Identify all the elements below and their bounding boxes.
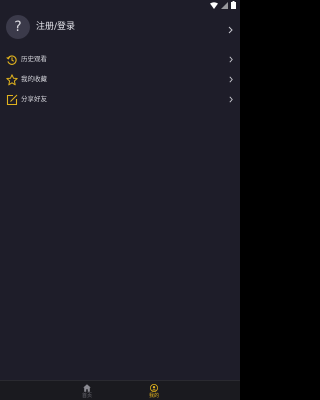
share-icon (6, 94, 18, 106)
chevron-right-icon (229, 76, 233, 83)
bottom-tab-bar: 首页 我的 (0, 380, 240, 400)
question-mark-icon: ? (14, 19, 22, 35)
tab-home-label: 首页 (81, 393, 92, 399)
history-icon (6, 54, 18, 66)
menu-item-history[interactable]: 历史观看 (0, 51, 240, 69)
chevron-right-icon (228, 26, 233, 34)
login-row[interactable]: ? 注册/登录 (0, 12, 240, 48)
wifi-icon (210, 1, 218, 9)
tab-mine[interactable]: 我的 (139, 384, 169, 400)
avatar[interactable]: ? (6, 15, 30, 39)
menu-item-label: 分享好友 (21, 95, 47, 103)
chevron-right-icon (229, 96, 233, 103)
tab-home[interactable]: 首页 (72, 384, 102, 400)
signal-icon (221, 1, 228, 9)
menu-item-favorites[interactable]: 我的收藏 (0, 71, 240, 89)
tab-mine-label: 我的 (148, 393, 159, 399)
user-icon (150, 384, 158, 392)
menu-item-label: 历史观看 (21, 55, 47, 63)
home-icon (83, 384, 91, 392)
profile-screen: ? 注册/登录 历史观看 我的收藏 分享好友 首页 我的 (0, 0, 240, 400)
menu-item-label: 我的收藏 (21, 75, 47, 83)
menu-item-share[interactable]: 分享好友 (0, 91, 240, 109)
battery-icon (231, 1, 236, 9)
login-label: 注册/登录 (36, 22, 76, 32)
star-icon (6, 74, 18, 86)
chevron-right-icon (229, 56, 233, 63)
status-icons (210, 1, 236, 9)
status-bar (0, 0, 240, 10)
